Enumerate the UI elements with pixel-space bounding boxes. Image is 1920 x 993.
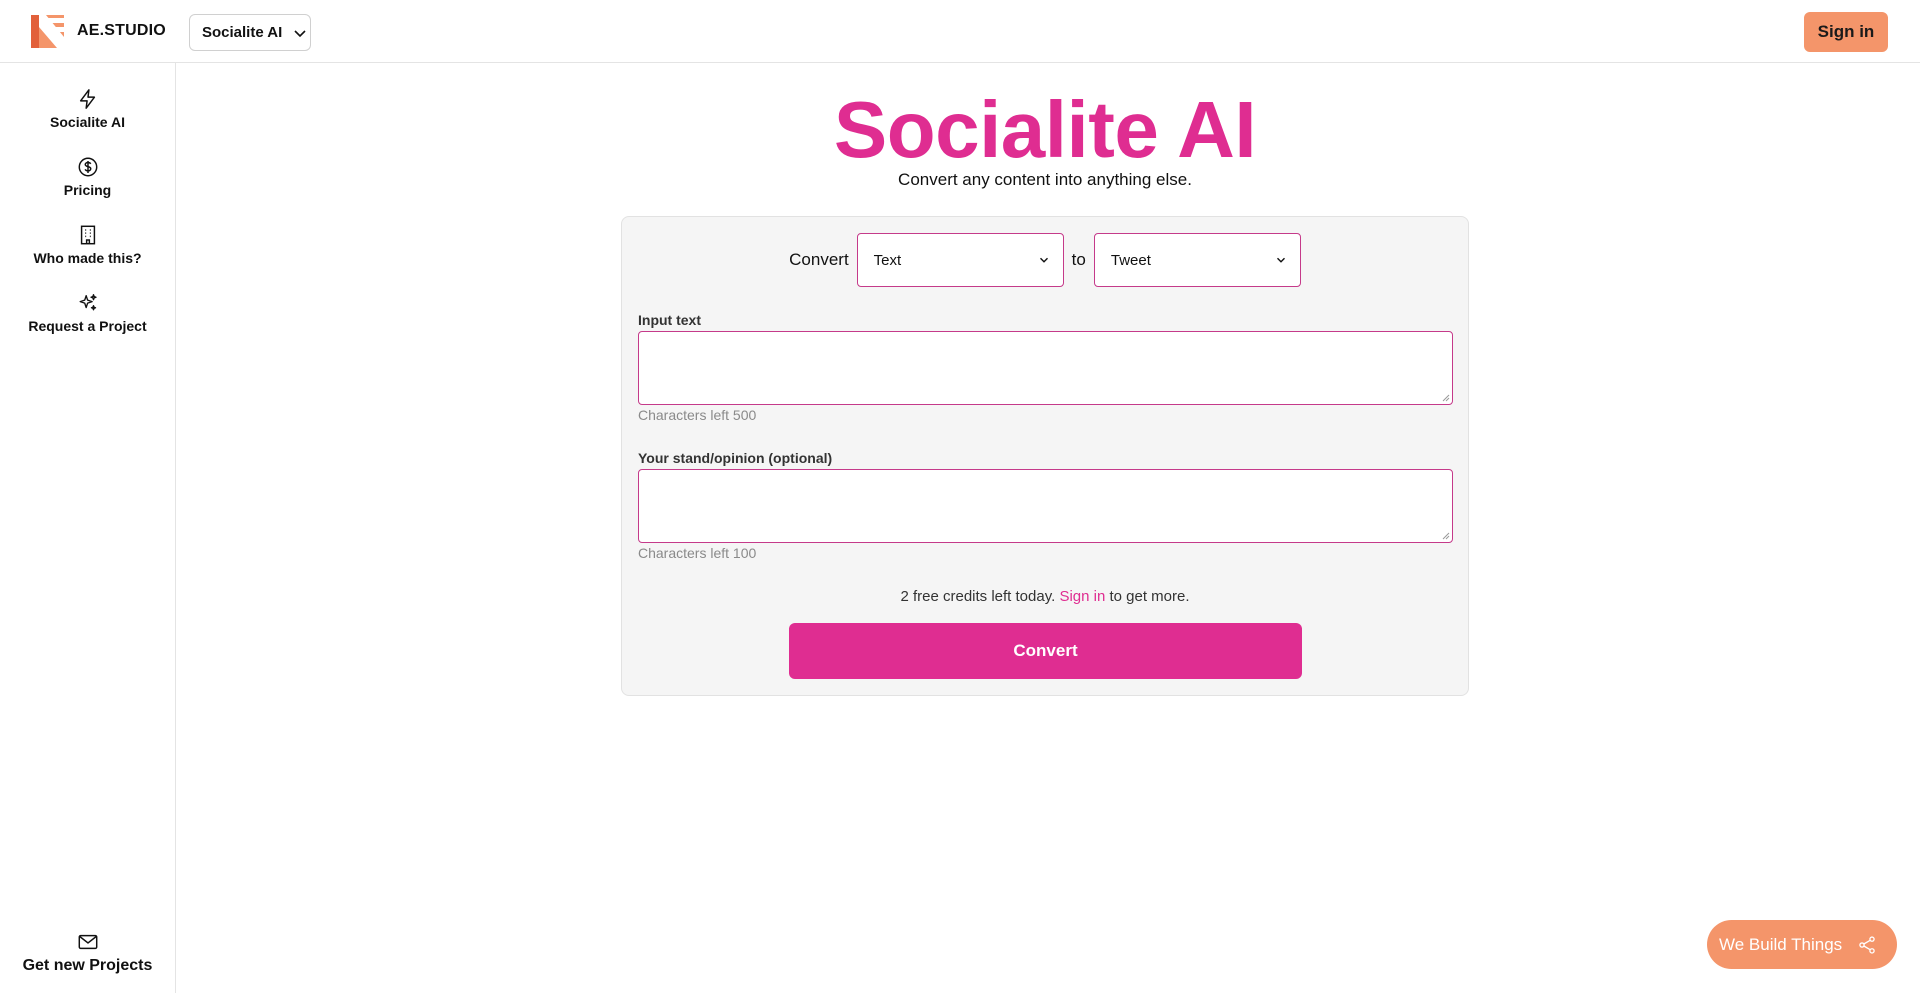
credits-sign-in-link[interactable]: Sign in	[1059, 588, 1105, 605]
fab-label: We Build Things	[1719, 934, 1843, 954]
resize-handle-icon[interactable]	[1442, 394, 1450, 402]
mail-icon	[78, 934, 97, 950]
credits-notice: 2 free credits left today. Sign in to ge…	[622, 588, 1468, 605]
credits-tail: to get more.	[1105, 588, 1190, 605]
chevron-down-icon	[1276, 257, 1285, 263]
sidebar-item-who-made-this[interactable]: Who made this?	[0, 224, 175, 266]
sidebar-item-label: Who made this?	[33, 250, 142, 266]
credits-text: free credits left today.	[908, 588, 1060, 605]
from-type-value: Text	[873, 251, 902, 269]
chevron-down-icon	[294, 29, 306, 37]
top-bar: AE.STUDIO Socialite AI Sign in	[0, 0, 1920, 63]
convert-label: Convert	[789, 250, 849, 269]
sparkles-icon	[79, 294, 97, 311]
sidebar-item-request-project[interactable]: Request a Project	[0, 292, 175, 334]
share-icon	[1859, 935, 1875, 954]
page-subtitle: Convert any content into anything else.	[898, 170, 1192, 189]
to-type-value: Tweet	[1110, 251, 1151, 269]
chevron-down-icon	[1039, 257, 1048, 263]
sidebar: Socialite AI Pricing Who made this? Requ…	[0, 63, 176, 993]
building-icon	[80, 225, 95, 245]
we-build-things-button[interactable]: We Build Things	[1707, 920, 1897, 969]
input-text-field[interactable]	[638, 331, 1453, 405]
from-type-select[interactable]: Text	[856, 233, 1064, 287]
ae-studio-logo-icon[interactable]	[31, 15, 64, 48]
sidebar-item-get-new-projects[interactable]: Get new Projects	[0, 931, 175, 975]
input-char-counter: Characters left 500	[638, 407, 757, 423]
convert-button[interactable]: Convert	[789, 623, 1302, 679]
stand-opinion-label: Your stand/opinion (optional)	[638, 450, 833, 466]
page-title: Socialite AI	[833, 85, 1257, 174]
converter-card: Convert Text to Tweet Input text Charact…	[621, 216, 1469, 696]
stand-char-counter: Characters left 100	[638, 545, 757, 561]
sign-in-button[interactable]: Sign in	[1804, 12, 1888, 52]
resize-handle-icon[interactable]	[1442, 532, 1450, 540]
to-type-select[interactable]: Tweet	[1093, 233, 1301, 287]
sidebar-item-label: Request a Project	[28, 318, 147, 334]
input-text-label: Input text	[638, 312, 701, 328]
to-label: to	[1071, 250, 1086, 269]
stand-opinion-field[interactable]	[638, 469, 1453, 543]
credits-count: 2	[900, 588, 909, 605]
brand-name[interactable]: AE.STUDIO	[77, 22, 166, 40]
app-switcher-dropdown[interactable]: Socialite AI	[189, 14, 311, 51]
sidebar-item-label: Get new Projects	[22, 957, 153, 974]
app-switcher-label: Socialite AI	[202, 24, 283, 41]
convert-row: Convert Text to Tweet	[622, 233, 1468, 287]
